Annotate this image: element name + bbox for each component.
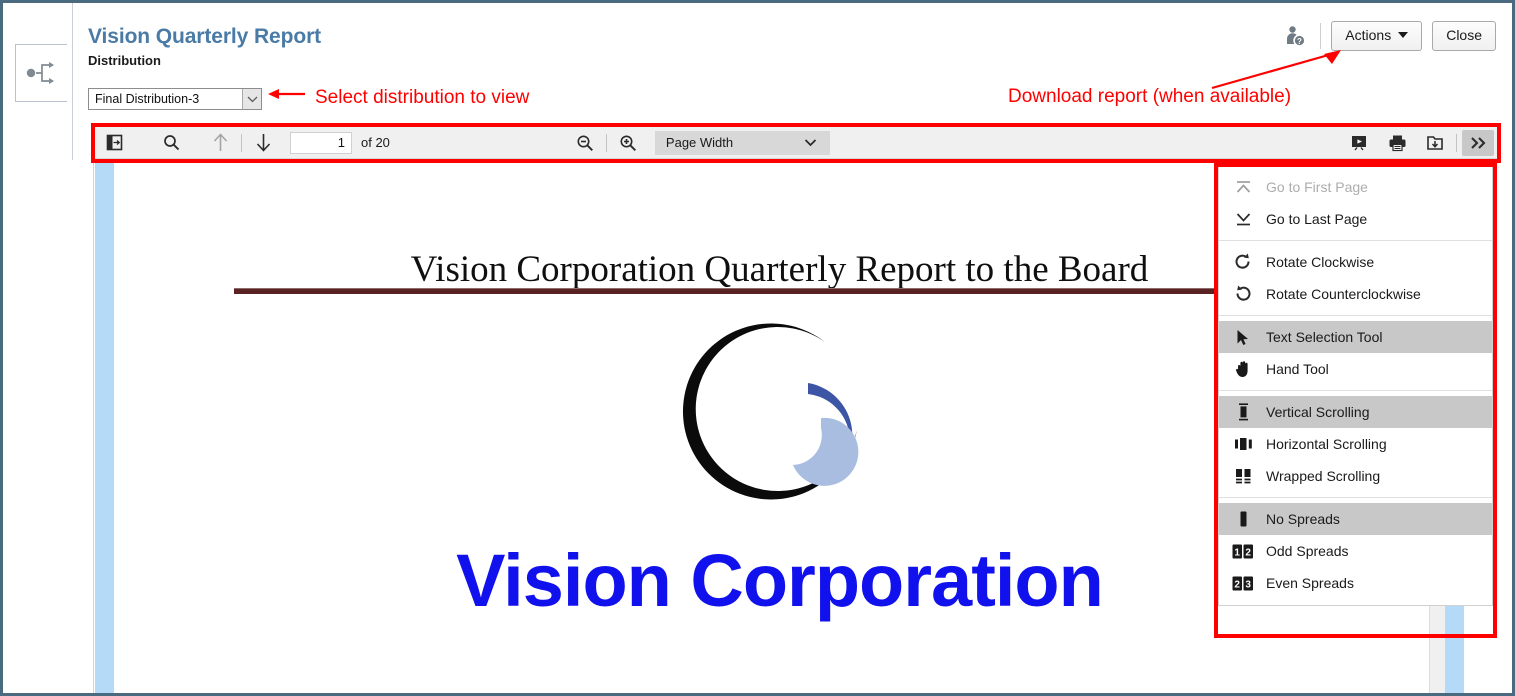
menu-item-label: No Spreads bbox=[1266, 511, 1340, 527]
close-button[interactable]: Close bbox=[1432, 21, 1496, 52]
rotate-counterclockwise-icon bbox=[1230, 285, 1256, 303]
left-arrow-icon bbox=[267, 86, 307, 108]
page-total-label: of 20 bbox=[361, 135, 390, 150]
menu-item-go-to-first-page: Go to First Page bbox=[1219, 171, 1492, 203]
menu-item-label: Odd Spreads bbox=[1266, 543, 1349, 559]
cursor-arrow-icon bbox=[1230, 329, 1256, 346]
header-divider bbox=[1320, 23, 1322, 50]
menu-item-label: Text Selection Tool bbox=[1266, 329, 1383, 345]
pdf-toolbar-right-group bbox=[1340, 127, 1497, 158]
go-to-last-page-icon bbox=[1230, 211, 1256, 227]
svg-text:2: 2 bbox=[1234, 579, 1240, 590]
menu-item-label: Wrapped Scrolling bbox=[1266, 468, 1381, 484]
svg-text:2: 2 bbox=[1245, 547, 1251, 558]
workflow-branch-icon bbox=[25, 59, 59, 87]
sidebar-toggle-icon[interactable] bbox=[98, 130, 130, 156]
print-icon[interactable] bbox=[1381, 130, 1413, 156]
zoom-out-icon[interactable] bbox=[569, 130, 601, 156]
menu-item-label: Go to First Page bbox=[1266, 179, 1368, 195]
wrapped-scrolling-icon bbox=[1230, 468, 1256, 485]
zoom-scale-select[interactable]: Page Width bbox=[654, 130, 830, 155]
page-number-input[interactable] bbox=[290, 131, 352, 154]
menu-item-label: Rotate Clockwise bbox=[1266, 254, 1375, 270]
menu-separator bbox=[1219, 315, 1492, 316]
toolbar-divider bbox=[1456, 133, 1457, 152]
menu-item-label: Hand Tool bbox=[1266, 361, 1329, 377]
menu-item-rotate-clockwise[interactable]: Rotate Clockwise bbox=[1219, 246, 1492, 278]
page-title: Vision Quarterly Report bbox=[88, 25, 322, 48]
report-distribution-window: Vision Quarterly Report Distribution ? A… bbox=[0, 0, 1515, 696]
text-selection-highlight-left bbox=[95, 160, 114, 693]
workflow-rail-tab[interactable] bbox=[15, 44, 67, 102]
menu-item-odd-spreads[interactable]: 1 2 Odd Spreads bbox=[1219, 535, 1492, 567]
svg-text:3: 3 bbox=[1245, 579, 1251, 590]
chevron-down-icon bbox=[242, 89, 261, 109]
person-help-icon[interactable]: ? bbox=[1280, 21, 1310, 51]
menu-item-no-spreads[interactable]: No Spreads bbox=[1219, 503, 1492, 535]
toolbar-divider bbox=[605, 133, 607, 152]
menu-item-label: Vertical Scrolling bbox=[1266, 404, 1370, 420]
menu-item-vertical-scrolling[interactable]: Vertical Scrolling bbox=[1219, 396, 1492, 428]
double-chevron-right-icon[interactable] bbox=[1462, 129, 1494, 156]
actions-button[interactable]: Actions bbox=[1331, 21, 1423, 52]
pdf-toolbar: of 20 Page Width bbox=[95, 127, 1497, 159]
menu-separator bbox=[1219, 497, 1492, 498]
distribution-select[interactable]: Final Distribution-3 bbox=[88, 88, 262, 110]
toolbar-divider bbox=[241, 133, 242, 152]
even-spreads-icon: 23 bbox=[1230, 576, 1256, 591]
pdf-toolbar-left-group: of 20 bbox=[95, 127, 390, 158]
distribution-annotation: Select distribution to view bbox=[267, 86, 529, 108]
menu-item-horizontal-scrolling[interactable]: Horizontal Scrolling bbox=[1219, 428, 1492, 460]
pdf-toolbar-zoom-group: Page Width bbox=[566, 127, 830, 158]
menu-item-label: Horizontal Scrolling bbox=[1266, 436, 1387, 452]
arrow-down-icon[interactable] bbox=[247, 130, 279, 156]
hand-icon bbox=[1230, 360, 1256, 378]
odd-spreads-icon: 12 bbox=[1230, 544, 1256, 559]
arrow-up-icon[interactable] bbox=[204, 130, 236, 156]
menu-item-label: Rotate Counterclockwise bbox=[1266, 286, 1421, 302]
vertical-scrolling-icon bbox=[1230, 403, 1256, 421]
menu-item-text-selection-tool[interactable]: Text Selection Tool bbox=[1219, 321, 1492, 353]
menu-separator bbox=[1219, 240, 1492, 241]
horizontal-scrolling-icon bbox=[1230, 437, 1256, 451]
no-spreads-icon bbox=[1230, 511, 1256, 527]
svg-text:1: 1 bbox=[1234, 547, 1240, 558]
svg-text:?: ? bbox=[1297, 37, 1302, 46]
actions-button-label: Actions bbox=[1345, 27, 1392, 43]
menu-item-wrapped-scrolling[interactable]: Wrapped Scrolling bbox=[1219, 460, 1492, 492]
menu-item-go-to-last-page[interactable]: Go to Last Page bbox=[1219, 203, 1492, 235]
save-download-icon[interactable] bbox=[1419, 130, 1451, 156]
page-subtitle: Distribution bbox=[88, 53, 161, 68]
menu-item-label: Go to Last Page bbox=[1266, 211, 1368, 227]
distribution-select-value: Final Distribution-3 bbox=[95, 92, 200, 106]
rotate-clockwise-icon bbox=[1230, 253, 1256, 271]
menu-item-rotate-counterclockwise[interactable]: Rotate Counterclockwise bbox=[1219, 278, 1492, 310]
chevron-down-icon bbox=[1398, 32, 1409, 38]
chevron-down-icon bbox=[804, 138, 830, 147]
go-to-first-page-icon bbox=[1230, 179, 1256, 195]
left-rail bbox=[3, 3, 73, 693]
menu-item-label: Even Spreads bbox=[1266, 575, 1354, 591]
secondary-tools-menu: Go to First Page Go to Last Page Rotate Cl… bbox=[1218, 167, 1493, 606]
distribution-annotation-label: Select distribution to view bbox=[315, 87, 530, 108]
zoom-scale-value: Page Width bbox=[665, 135, 734, 150]
menu-separator bbox=[1219, 390, 1492, 391]
viewer-gutter bbox=[69, 160, 94, 693]
zoom-in-icon[interactable] bbox=[612, 130, 644, 156]
menu-item-hand-tool[interactable]: Hand Tool bbox=[1219, 353, 1492, 385]
presentation-mode-icon[interactable] bbox=[1343, 130, 1375, 156]
search-icon[interactable] bbox=[155, 130, 187, 156]
document-rule bbox=[234, 288, 1325, 294]
header-actions: ? Actions Close bbox=[1280, 21, 1496, 52]
download-annotation-label: Download report (when available) bbox=[1008, 86, 1292, 107]
menu-item-even-spreads[interactable]: 2 3 Even Spreads bbox=[1219, 567, 1492, 599]
